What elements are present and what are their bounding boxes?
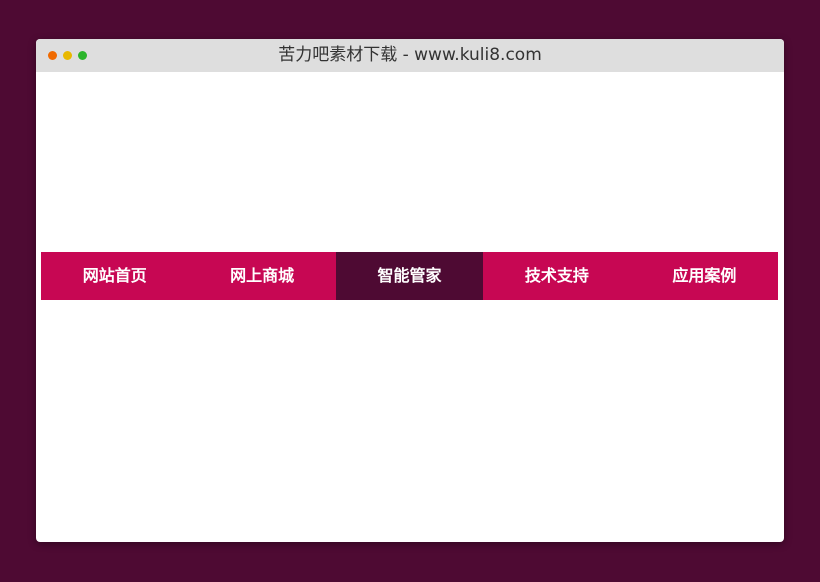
nav-item-tech-support[interactable]: 技术支持 xyxy=(483,252,630,300)
main-navigation: 网站首页 网上商城 智能管家 技术支持 应用案例 xyxy=(41,252,778,300)
nav-item-shop[interactable]: 网上商城 xyxy=(188,252,335,300)
title-bar: 苦力吧素材下载 - www.kuli8.com xyxy=(36,39,784,72)
nav-item-home[interactable]: 网站首页 xyxy=(41,252,188,300)
browser-window: 苦力吧素材下载 - www.kuli8.com 网站首页 网上商城 智能管家 技… xyxy=(36,39,784,542)
nav-item-cases[interactable]: 应用案例 xyxy=(631,252,778,300)
window-title: 苦力吧素材下载 - www.kuli8.com xyxy=(278,45,542,65)
nav-item-smart-butler[interactable]: 智能管家 xyxy=(335,252,484,300)
